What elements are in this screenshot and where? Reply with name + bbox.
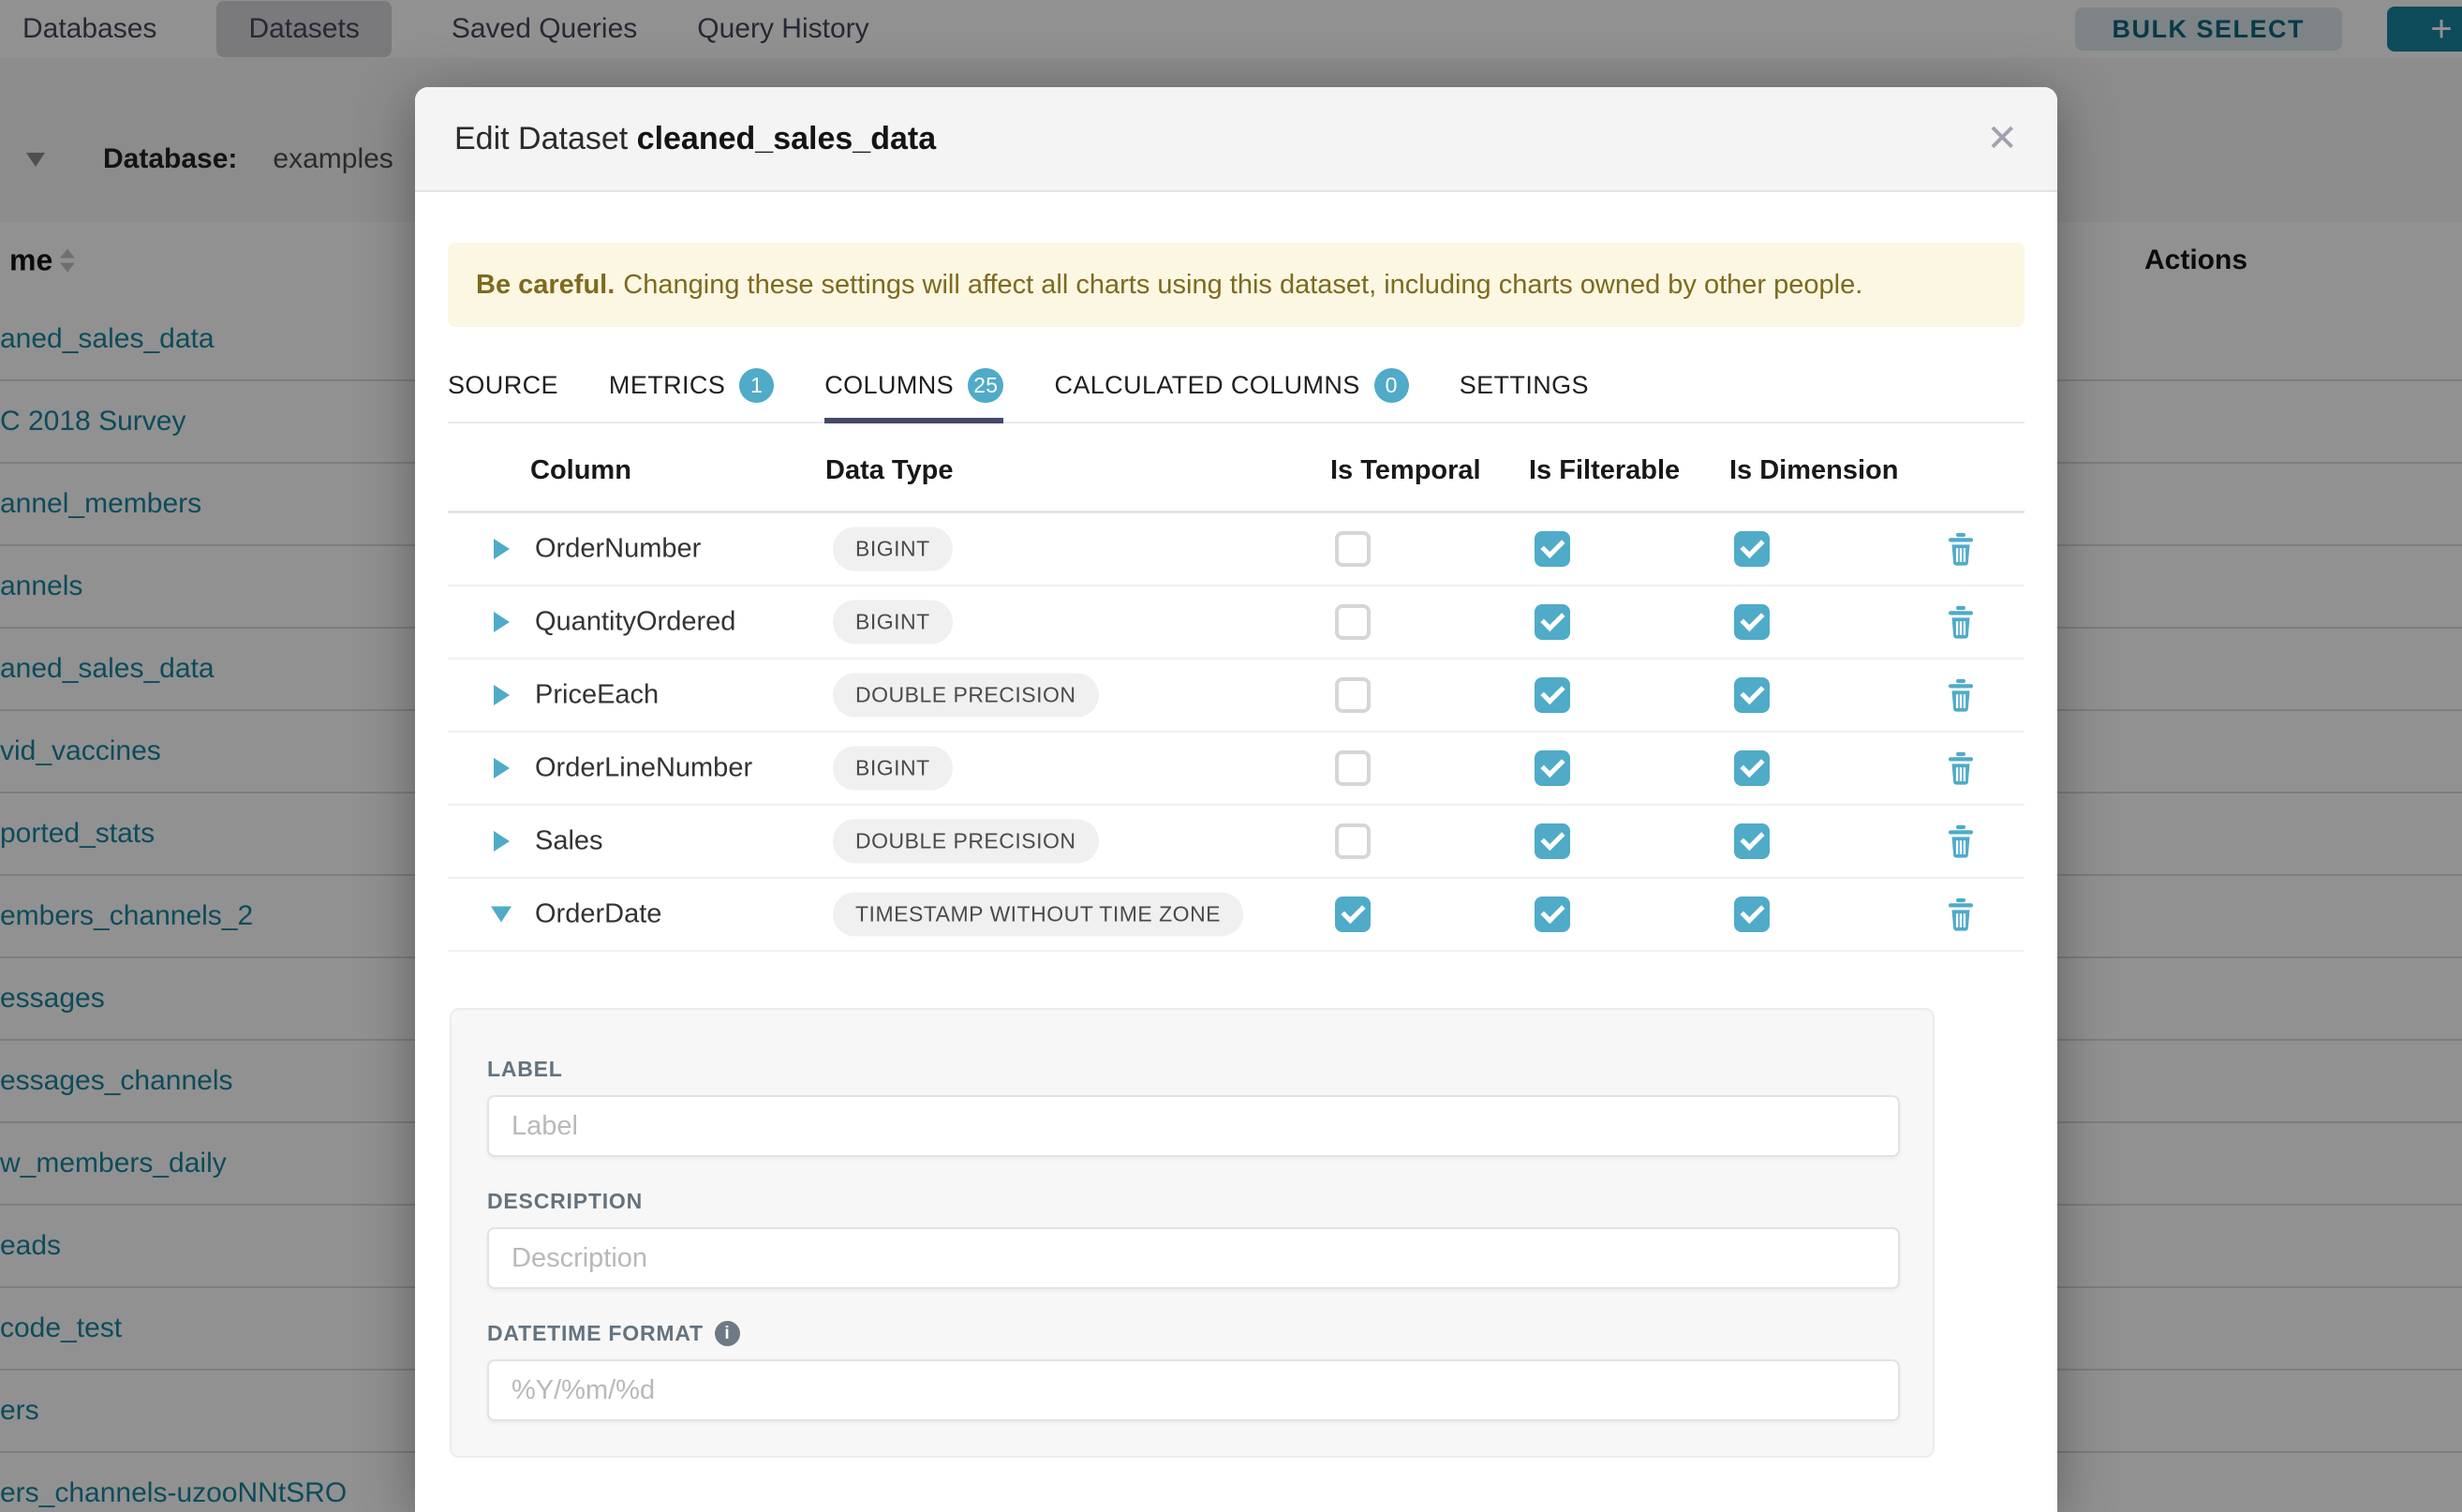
column-row-sales: Sales DOUBLE PRECISION [448,806,2024,879]
is-temporal-checkbox[interactable] [1335,750,1371,786]
modal-title-dataset-name: cleaned_sales_data [637,121,936,156]
column-header-is-temporal: Is Temporal [1330,455,1481,486]
is-dimension-checkbox[interactable] [1734,750,1770,786]
column-name: OrderNumber [535,534,701,565]
collapse-row-icon[interactable] [491,907,512,923]
is-filterable-checkbox[interactable] [1535,750,1570,786]
description-field-label: DESCRIPTION [487,1189,1897,1214]
is-dimension-checkbox[interactable] [1734,677,1770,713]
tab-count-badge: 1 [739,368,774,403]
data-type-pill: DOUBLE PRECISION [833,820,1099,864]
expand-row-icon[interactable] [494,831,510,852]
expand-row-icon[interactable] [494,685,510,705]
column-row-orderdate: OrderDate TIMESTAMP WITHOUT TIME ZONE [448,879,2024,952]
warning-banner-bold: Be careful. [476,270,615,301]
is-temporal-checkbox[interactable] [1335,604,1371,640]
tab-settings[interactable]: SETTINGS [1460,368,1589,422]
info-icon[interactable]: i [715,1321,740,1346]
column-row-quantityordered: QuantityOrdered BIGINT [448,586,2024,660]
column-header-column: Column [530,455,631,486]
column-name: Sales [535,826,603,857]
modal-title-prefix: Edit Dataset [454,121,628,156]
is-temporal-checkbox[interactable] [1335,531,1371,567]
label-field-label: LABEL [487,1057,1897,1082]
is-temporal-checkbox[interactable] [1335,677,1371,713]
expand-row-icon[interactable] [494,612,510,632]
column-header-is-dimension: Is Dimension [1729,455,1899,486]
column-header-is-filterable: Is Filterable [1529,455,1680,486]
data-type-pill: DOUBLE PRECISION [833,674,1099,718]
column-row-orderlinenumber: OrderLineNumber BIGINT [448,733,2024,806]
column-name: QuantityOrdered [535,607,735,638]
label-input[interactable] [487,1095,1900,1157]
datetime-format-label-text: DATETIME FORMAT [487,1321,704,1346]
column-name: OrderDate [535,899,661,930]
tab-count-badge: 0 [1374,368,1409,403]
data-type-pill: BIGINT [833,600,953,645]
delete-column-button[interactable] [1945,751,1977,785]
expand-row-icon[interactable] [494,539,510,559]
description-input[interactable] [487,1227,1900,1289]
tab-calculated-columns[interactable]: CALCULATED COLUMNS 0 [1054,368,1408,422]
is-temporal-checkbox[interactable] [1335,823,1371,859]
warning-banner-text: Changing these settings will affect all … [623,270,1862,301]
delete-column-button[interactable] [1945,678,1977,712]
is-filterable-checkbox[interactable] [1535,677,1570,713]
close-icon[interactable]: ✕ [1986,120,2018,157]
delete-column-button[interactable] [1945,605,1977,639]
is-filterable-checkbox[interactable] [1535,531,1570,567]
modal-title: Edit Dataset cleaned_sales_data [454,121,936,157]
tab-count-badge: 25 [968,368,1003,403]
tab-columns[interactable]: COLUMNS 25 [824,368,1003,422]
is-temporal-checkbox[interactable] [1335,897,1371,932]
is-filterable-checkbox[interactable] [1535,897,1570,932]
tab-label: SETTINGS [1460,371,1589,400]
column-header-data-type: Data Type [825,455,953,486]
is-filterable-checkbox[interactable] [1535,823,1570,859]
column-name: PriceEach [535,680,659,711]
delete-column-button[interactable] [1945,532,1977,566]
tab-metrics[interactable]: METRICS 1 [609,368,774,422]
edit-dataset-modal: Edit Dataset cleaned_sales_data ✕ Be car… [415,87,2057,1512]
tab-source[interactable]: SOURCE [448,368,558,422]
is-dimension-checkbox[interactable] [1734,823,1770,859]
modal-tab-bar: SOURCE METRICS 1 COLUMNS 25 CALCULATED COLUMN… [448,368,2024,423]
data-type-pill: BIGINT [833,747,953,791]
is-dimension-checkbox[interactable] [1734,604,1770,640]
datetime-format-field-label: DATETIME FORMAT i [487,1321,1897,1346]
tab-label: COLUMNS [824,371,954,400]
data-type-pill: BIGINT [833,527,953,571]
is-dimension-checkbox[interactable] [1734,531,1770,567]
columns-table-header: Column Data Type Is Temporal Is Filterab… [448,423,2024,513]
delete-column-button[interactable] [1945,824,1977,858]
delete-column-button[interactable] [1945,897,1977,931]
tab-label: METRICS [609,371,725,400]
modal-body: Be careful. Changing these settings will… [415,243,2057,1458]
column-detail-panel: LABEL DESCRIPTION DATETIME FORMAT i [450,1008,1935,1458]
column-row-ordernumber: OrderNumber BIGINT [448,513,2024,586]
columns-table-body: OrderNumber BIGINT QuantityOrdered BIGINT Pr… [448,513,2024,952]
datetime-format-input[interactable] [487,1359,1900,1421]
data-type-pill: TIMESTAMP WITHOUT TIME ZONE [833,893,1243,937]
warning-banner: Be careful. Changing these settings will… [448,243,2024,327]
tab-label: CALCULATED COLUMNS [1054,371,1359,400]
column-name: OrderLineNumber [535,753,752,784]
tab-label: SOURCE [448,371,558,400]
is-dimension-checkbox[interactable] [1734,897,1770,932]
is-filterable-checkbox[interactable] [1535,604,1570,640]
modal-header: Edit Dataset cleaned_sales_data ✕ [415,87,2057,192]
column-row-priceeach: PriceEach DOUBLE PRECISION [448,660,2024,733]
expand-row-icon[interactable] [494,758,510,778]
